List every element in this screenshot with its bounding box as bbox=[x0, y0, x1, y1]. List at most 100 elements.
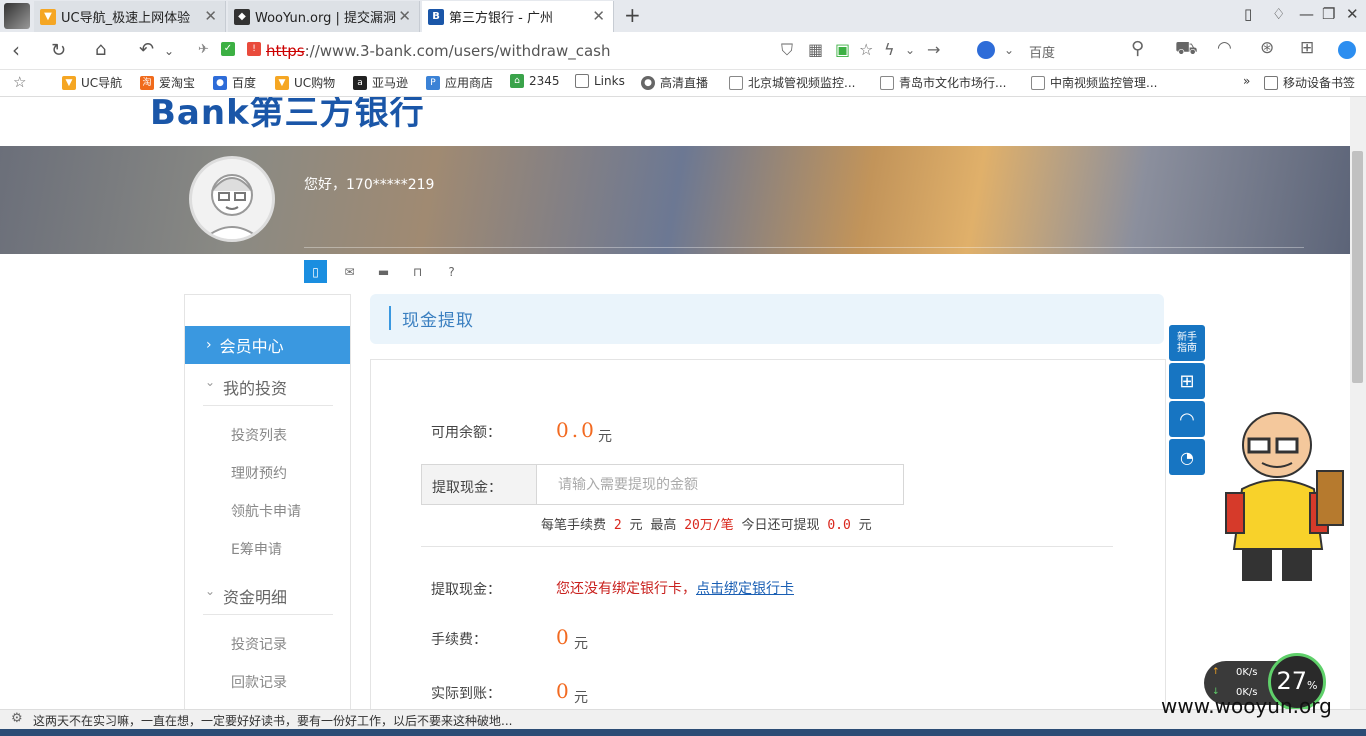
apps-grid-icon[interactable]: ⊞ bbox=[1300, 38, 1314, 58]
sidebar-item-finance-booking[interactable]: 理财预约 bbox=[231, 463, 287, 483]
go-arrow-icon[interactable]: → bbox=[927, 40, 940, 59]
mail-icon[interactable]: ✉ bbox=[338, 260, 361, 283]
sidebar-item-invest-list[interactable]: 投资列表 bbox=[231, 425, 287, 445]
new-tab-icon[interactable]: + bbox=[624, 3, 641, 27]
tab-uc-nav[interactable]: ▼ UC导航_极速上网体验 ✕ bbox=[34, 1, 226, 32]
bookmark-item[interactable]: ▼ UC购物 bbox=[275, 74, 335, 91]
bookmark-item[interactable]: ● 百度 bbox=[213, 74, 256, 91]
today-value: 0.0 bbox=[827, 518, 851, 533]
lightning-icon[interactable]: ϟ bbox=[884, 40, 895, 59]
wifi-icon[interactable]: ◠ bbox=[1217, 38, 1232, 58]
undo-icon[interactable]: ↶ bbox=[139, 39, 154, 60]
upload-arrow-icon: ↑ bbox=[1212, 667, 1220, 677]
withdraw-amount-input[interactable] bbox=[538, 465, 902, 504]
baidu-paw-icon[interactable] bbox=[977, 41, 995, 59]
sidebar-item-repay-record[interactable]: 回款记录 bbox=[231, 672, 287, 692]
qr-code-icon[interactable]: ▦ bbox=[808, 40, 823, 59]
bookmark-item[interactable]: Links bbox=[575, 74, 625, 88]
section-header: 现金提取 bbox=[370, 294, 1164, 344]
refresh-icon[interactable]: ↻ bbox=[51, 40, 66, 61]
scrollbar[interactable] bbox=[1350, 97, 1366, 709]
bookmarks-more[interactable]: » bbox=[1243, 74, 1250, 88]
chevron-down-icon[interactable]: ⌄ bbox=[905, 43, 915, 57]
withdraw-card-label: 提取现金： bbox=[431, 582, 501, 598]
tab-title: WooYun.org | 提交漏洞 bbox=[255, 11, 397, 26]
page-title: 现金提取 bbox=[402, 311, 474, 331]
chevron-down-icon: ⌄ bbox=[205, 584, 216, 598]
close-icon[interactable]: ✕ bbox=[204, 7, 217, 25]
close-icon[interactable]: ✕ bbox=[398, 7, 411, 25]
sidebar-toggle-icon[interactable]: ▯ bbox=[1244, 5, 1252, 23]
sidebar-item-label: 会员中心 bbox=[219, 337, 284, 356]
back-icon[interactable]: ‹ bbox=[12, 38, 20, 62]
scrollbar-thumb[interactable] bbox=[1352, 151, 1363, 383]
minimize-icon[interactable]: — bbox=[1299, 5, 1314, 23]
id-card-icon[interactable]: ▬ bbox=[372, 260, 395, 283]
bookmark-star-icon[interactable]: ☆ bbox=[13, 73, 26, 91]
question-icon[interactable]: ? bbox=[440, 260, 463, 283]
withdraw-amount-field: 提取现金： bbox=[421, 464, 904, 505]
wechat-icon[interactable]: ◔ bbox=[1169, 439, 1205, 475]
skin-icon[interactable]: ♢ bbox=[1272, 5, 1285, 23]
secure-lock-icon[interactable]: ▣ bbox=[835, 40, 850, 59]
ad-block-icon[interactable]: ⊛ bbox=[1260, 38, 1274, 58]
tab-bar: ▼ UC导航_极速上网体验 ✕ ◆ WooYun.org | 提交漏洞 ✕ B … bbox=[0, 0, 1366, 32]
avatar[interactable] bbox=[189, 156, 275, 242]
unit-label: 元 bbox=[598, 429, 612, 445]
chevron-down-icon[interactable]: ⌄ bbox=[164, 44, 174, 58]
gear-icon[interactable]: ⚙ bbox=[11, 711, 23, 726]
bookmark-item[interactable]: 北京城管视频监控... bbox=[729, 74, 855, 91]
bookmark-item[interactable]: 淘爱淘宝 bbox=[140, 74, 195, 91]
sidebar-item-echou-apply[interactable]: E筹申请 bbox=[231, 539, 282, 559]
url-text[interactable]: https://www.3-bank.com/users/withdraw_ca… bbox=[266, 42, 611, 60]
bookmark-item[interactable]: ▼ UC导航 bbox=[62, 74, 122, 91]
bookmark-item[interactable]: 青岛市文化市场行... bbox=[880, 74, 1006, 91]
sidebar-item-card-apply[interactable]: 领航卡申请 bbox=[231, 501, 301, 521]
calculator-icon[interactable]: ⊞ bbox=[1169, 363, 1205, 399]
bookmark-item[interactable]: 中南视频监控管理... bbox=[1031, 74, 1157, 91]
baidu-icon: ● bbox=[213, 75, 227, 90]
tab-bank[interactable]: B 第三方银行 - 广州 ✕ bbox=[422, 1, 614, 32]
taobao-icon: 淘 bbox=[140, 75, 154, 90]
status-text[interactable]: 这两天不在实习嘛，一直在想，一定要好好读书，要有一份好工作，以后不要来这种破地.… bbox=[33, 712, 512, 729]
chevron-down-icon[interactable]: ⌄ bbox=[1004, 43, 1014, 57]
bookmark-item[interactable]: a 亚马逊 bbox=[353, 74, 408, 91]
sidebar-item-member-center[interactable]: › 会员中心 bbox=[185, 326, 350, 364]
bookmark-item[interactable]: P 应用商店 bbox=[426, 74, 493, 91]
mobile-icon[interactable]: ▯ bbox=[304, 260, 327, 283]
divider bbox=[203, 614, 333, 615]
headset-icon[interactable]: ◠ bbox=[1169, 401, 1205, 437]
uc-nav-icon: ▼ bbox=[40, 8, 56, 25]
tab-wooyun[interactable]: ◆ WooYun.org | 提交漏洞 ✕ bbox=[228, 1, 420, 32]
bookmark-item[interactable]: ● 高清直播 bbox=[641, 74, 708, 91]
actual-amount-label: 实际到账： bbox=[431, 686, 501, 702]
sidebar-item-invest-record[interactable]: 投资记录 bbox=[231, 634, 287, 654]
beginner-guide-button[interactable]: 新手指南 bbox=[1169, 325, 1205, 361]
site-logo[interactable]: Bank第三方银行 bbox=[150, 97, 425, 134]
member-sidebar: › 会员中心 ⌄ 我的投资 投资列表 理财预约 领航卡申请 E筹申请 ⌄ 资金明… bbox=[184, 294, 351, 709]
search-engine-label[interactable]: 百度 bbox=[1029, 42, 1055, 61]
withdraw-input-label: 提取现金： bbox=[422, 465, 537, 504]
mobile-bookmarks[interactable]: 移动设备书签 bbox=[1264, 74, 1355, 91]
restore-icon[interactable]: ❐ bbox=[1322, 5, 1335, 23]
home-icon[interactable]: ⌂ bbox=[95, 39, 106, 60]
rocket-icon: ✈ bbox=[198, 42, 209, 57]
shield-icon[interactable]: ⛉ bbox=[781, 40, 793, 60]
app-store-icon: P bbox=[426, 75, 440, 90]
search-icon[interactable]: ⚲ bbox=[1131, 38, 1144, 59]
user-avatar-icon[interactable] bbox=[1338, 41, 1356, 59]
cart-icon[interactable]: ⛟ bbox=[1175, 38, 1198, 62]
address-bar: ‹ ↻ ⌂ ↶ ⌄ ✈ ✓ ! https://www.3-bank.com/u… bbox=[0, 32, 1366, 70]
close-icon[interactable]: ✕ bbox=[592, 7, 605, 25]
bookmark-item[interactable]: ⌂ 2345 bbox=[510, 74, 560, 88]
lock-icon[interactable]: ⊓ bbox=[406, 260, 429, 283]
tab-title: 第三方银行 - 广州 bbox=[449, 11, 553, 26]
fee-label: 手续费： bbox=[431, 632, 487, 648]
star-icon[interactable]: ☆ bbox=[859, 40, 873, 59]
folder-icon bbox=[575, 74, 589, 88]
close-window-icon[interactable]: ✕ bbox=[1346, 5, 1359, 23]
tv-icon: ● bbox=[641, 75, 655, 90]
no-card-notice: 您还没有绑定银行卡，点击绑定银行卡 bbox=[556, 581, 794, 597]
fee-info: 每笔手续费 2 元 最高 20万/笔 今日还可提现 0.0 元 bbox=[541, 518, 872, 533]
bind-card-link[interactable]: 点击绑定银行卡 bbox=[696, 581, 794, 597]
